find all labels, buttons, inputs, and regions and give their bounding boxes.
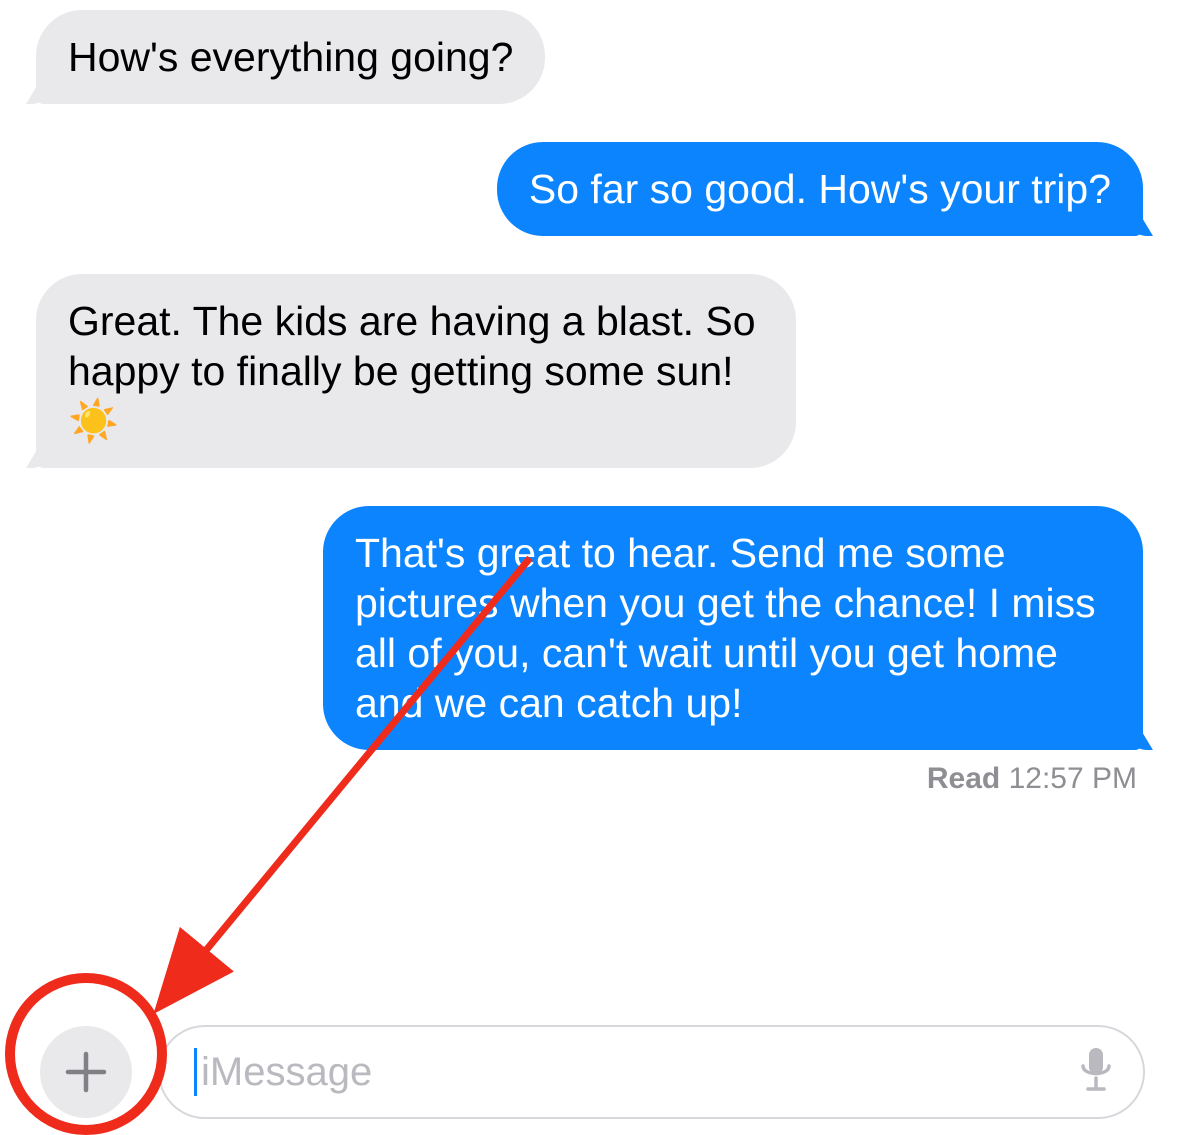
plus-icon xyxy=(64,1050,108,1094)
sent-message-bubble[interactable]: That's great to hear. Send me some pictu… xyxy=(323,506,1143,750)
add-attachment-button[interactable] xyxy=(40,1026,132,1118)
message-text: So far so good. How's your trip? xyxy=(529,166,1111,212)
messages-list: How's everything going? So far so good. … xyxy=(0,10,1179,796)
message-text: How's everything going? xyxy=(68,34,513,80)
message-text: That's great to hear. Send me some pictu… xyxy=(355,530,1096,726)
message-row: So far so good. How's your trip? xyxy=(36,142,1143,236)
message-row: How's everything going? xyxy=(36,10,1143,104)
message-row: That's great to hear. Send me some pictu… xyxy=(36,506,1143,750)
read-receipt: Read 12:57 PM xyxy=(36,762,1143,796)
read-receipt-label: Read xyxy=(927,762,1000,795)
message-input-placeholder: iMessage xyxy=(201,1050,1071,1095)
message-input[interactable]: iMessage xyxy=(158,1025,1145,1119)
read-receipt-time: 12:57 PM xyxy=(1009,762,1137,795)
text-cursor xyxy=(194,1048,197,1096)
message-row: Great. The kids are having a blast. So h… xyxy=(36,274,1143,468)
sent-message-bubble[interactable]: So far so good. How's your trip? xyxy=(497,142,1143,236)
microphone-icon xyxy=(1078,1046,1114,1099)
dictation-button[interactable] xyxy=(1071,1047,1121,1097)
received-message-bubble[interactable]: Great. The kids are having a blast. So h… xyxy=(36,274,796,468)
message-text: Great. The kids are having a blast. So h… xyxy=(68,298,756,444)
compose-bar: iMessage xyxy=(0,1025,1179,1119)
received-message-bubble[interactable]: How's everything going? xyxy=(36,10,545,104)
